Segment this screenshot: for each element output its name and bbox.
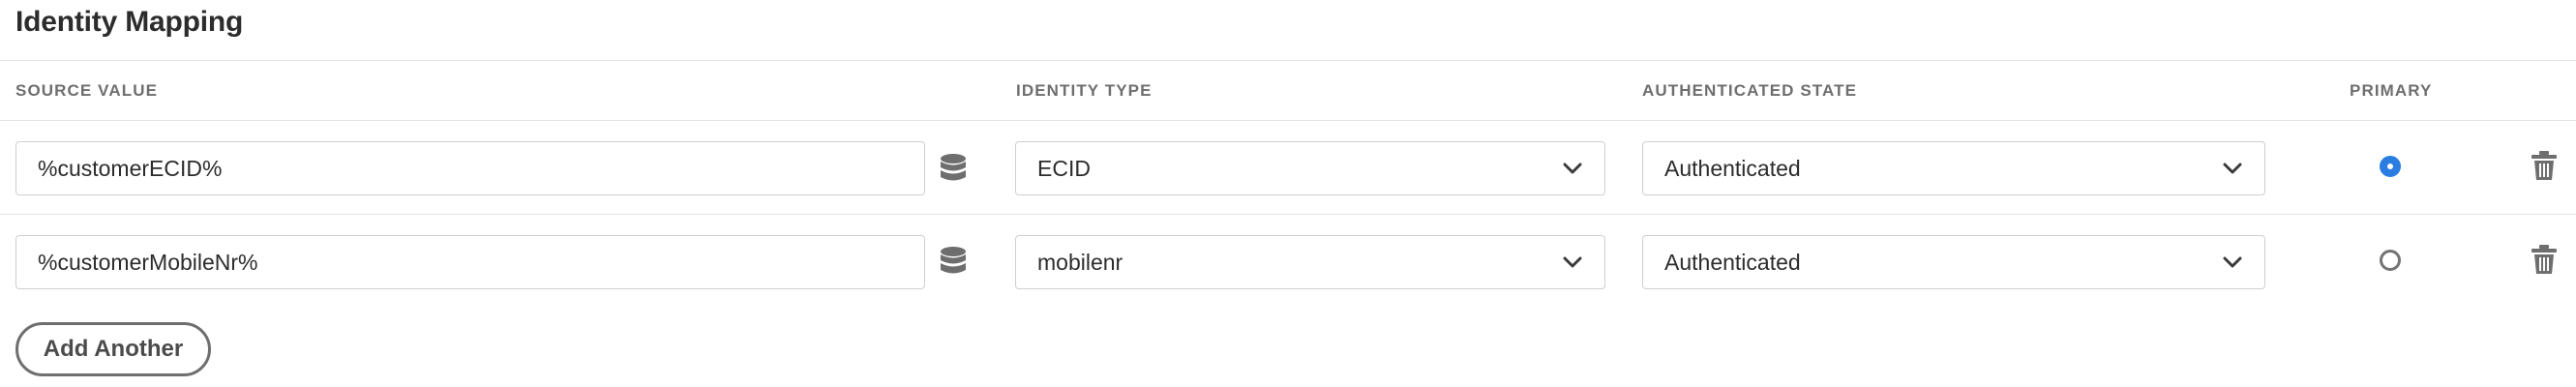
chevron-down-icon xyxy=(1562,252,1583,273)
title-divider xyxy=(0,60,2576,61)
identity-type-value: ECID xyxy=(1037,155,1091,181)
chevron-down-icon xyxy=(2222,158,2243,179)
authenticated-state-value: Authenticated xyxy=(1664,249,1801,275)
column-header-identity-type: IDENTITY TYPE xyxy=(1016,81,1153,100)
trash-icon[interactable] xyxy=(2530,149,2559,182)
database-icon[interactable] xyxy=(937,151,970,186)
source-value-input[interactable] xyxy=(15,235,925,289)
identity-type-value: mobilenr xyxy=(1037,249,1123,275)
add-another-button[interactable]: Add Another xyxy=(15,322,211,376)
column-header-primary: PRIMARY xyxy=(2350,81,2433,100)
primary-radio[interactable] xyxy=(2380,250,2401,271)
chevron-down-icon xyxy=(2222,252,2243,273)
header-divider xyxy=(0,120,2576,121)
chevron-down-icon xyxy=(1562,158,1583,179)
row-divider xyxy=(0,214,2576,215)
column-header-source-value: SOURCE VALUE xyxy=(15,81,159,100)
trash-icon[interactable] xyxy=(2530,243,2559,276)
authenticated-state-value: Authenticated xyxy=(1664,155,1801,181)
column-header-authenticated-state: AUTHENTICATED STATE xyxy=(1642,81,1858,100)
section-title: Identity Mapping xyxy=(15,6,244,38)
primary-radio[interactable] xyxy=(2380,156,2401,177)
authenticated-state-picker[interactable]: Authenticated xyxy=(1642,235,2265,289)
identity-type-picker[interactable]: mobilenr xyxy=(1015,235,1605,289)
database-icon[interactable] xyxy=(937,244,970,279)
authenticated-state-picker[interactable]: Authenticated xyxy=(1642,141,2265,195)
source-value-input[interactable] xyxy=(15,141,925,195)
identity-type-picker[interactable]: ECID xyxy=(1015,141,1605,195)
